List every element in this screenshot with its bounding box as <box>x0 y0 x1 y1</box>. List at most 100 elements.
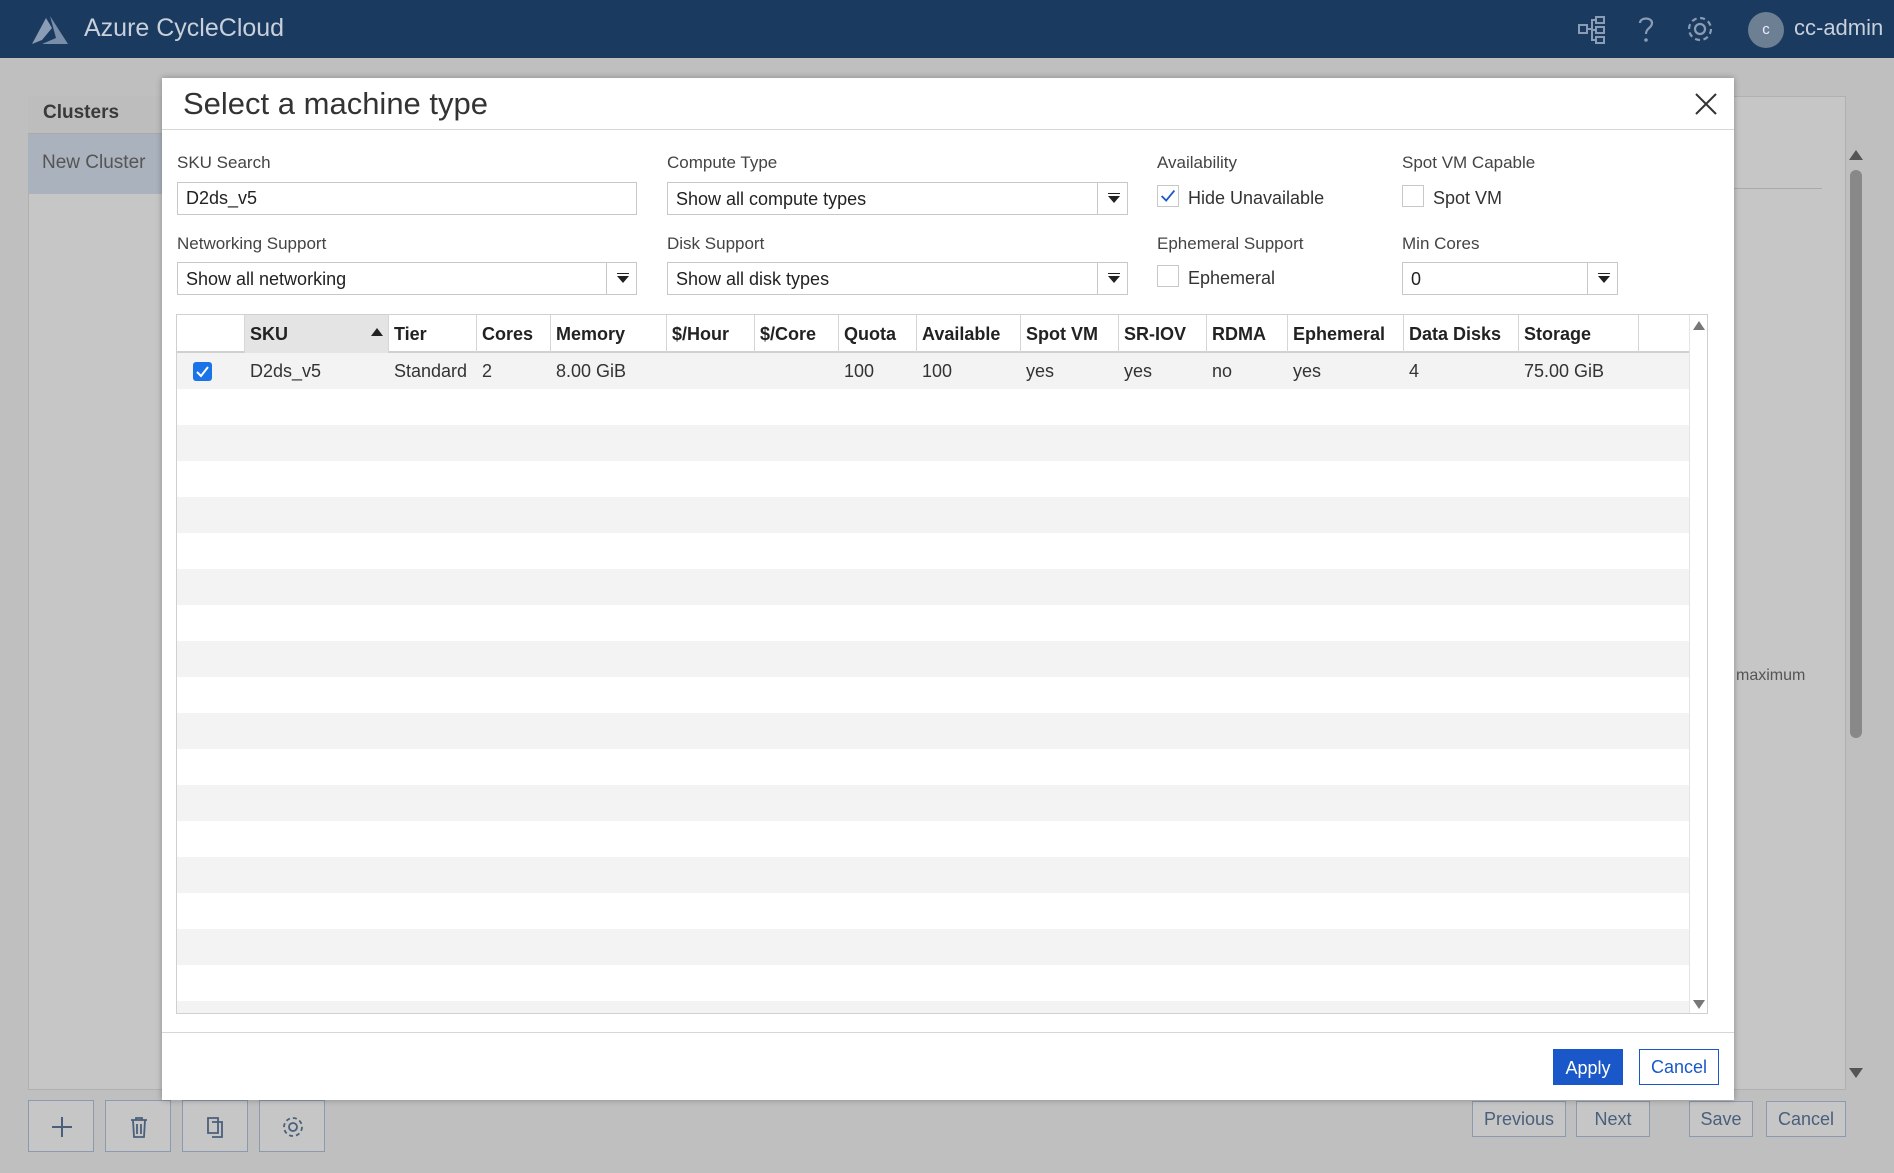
page-scroll-up[interactable] <box>1849 150 1863 160</box>
chevron-down-icon <box>1097 263 1127 294</box>
column-header-tier[interactable]: Tier <box>389 315 477 353</box>
maximum-text: maximum <box>1736 667 1806 684</box>
org-chart-icon[interactable] <box>1576 13 1608 45</box>
hide-unavailable-checkbox[interactable] <box>1157 185 1179 207</box>
empty-row <box>177 569 1689 605</box>
clusters-title: Clusters <box>43 102 120 123</box>
empty-row <box>177 857 1689 893</box>
empty-row <box>177 641 1689 677</box>
ephemeral-option-label: Ephemeral <box>1188 268 1276 288</box>
scroll-down-icon[interactable] <box>1693 1000 1705 1009</box>
networking-support-label: Networking Support <box>177 234 327 253</box>
column-header-sr-iov[interactable]: SR-IOV <box>1119 315 1207 353</box>
compute-type-value: Show all compute types <box>676 189 867 209</box>
column-header-data-disks[interactable]: Data Disks <box>1404 315 1519 353</box>
column-header-quota[interactable]: Quota <box>839 315 917 353</box>
column-header-spot-vm[interactable]: Spot VM <box>1021 315 1119 353</box>
avatar[interactable]: c <box>1748 12 1784 48</box>
column-header-storage[interactable]: Storage <box>1519 315 1639 353</box>
user-name[interactable]: cc-admin <box>1794 15 1883 41</box>
sku-search-label: SKU Search <box>177 153 271 172</box>
empty-row <box>177 533 1689 569</box>
cell-sku: D2ds_v5 <box>250 361 322 381</box>
empty-row <box>177 713 1689 749</box>
column-header-sku[interactable]: SKU <box>245 315 389 353</box>
cell-sr-iov: yes <box>1124 361 1153 381</box>
machine-type-dialog: Select a machine type SKU Search Compute… <box>162 78 1734 1100</box>
spot-vm-capable-label: Spot VM Capable <box>1402 153 1536 172</box>
min-cores-label: Min Cores <box>1402 234 1480 253</box>
ephemeral-checkbox[interactable] <box>1157 265 1179 287</box>
cluster-settings-button[interactable] <box>259 1100 325 1152</box>
cell-cores: 2 <box>482 361 493 381</box>
add-cluster-button[interactable] <box>28 1100 94 1152</box>
plus-icon <box>52 1117 72 1137</box>
column-header-available[interactable]: Available <box>917 315 1021 353</box>
spot-vm-checkbox[interactable] <box>1402 185 1424 207</box>
networking-support-select[interactable]: Show all networking <box>177 262 637 295</box>
cell-data-disks: 4 <box>1409 361 1420 381</box>
hide-unavailable-label: Hide Unavailable <box>1188 188 1325 208</box>
apply-button[interactable]: Apply <box>1553 1049 1623 1085</box>
delete-cluster-button[interactable] <box>105 1100 171 1152</box>
cell-quota: 100 <box>844 361 875 381</box>
dialog-header: Select a machine type <box>162 78 1734 130</box>
azure-logo-icon <box>32 16 68 44</box>
gear-icon[interactable] <box>1684 13 1716 45</box>
cell-tier: Standard <box>394 361 468 381</box>
networking-support-value: Show all networking <box>186 269 347 289</box>
help-icon[interactable] <box>1630 13 1662 45</box>
previous-button[interactable]: Previous <box>1472 1101 1566 1137</box>
new-cluster-item[interactable]: New Cluster <box>28 134 164 194</box>
cell-available: 100 <box>922 361 953 381</box>
empty-row <box>177 677 1689 713</box>
page-scroll-down[interactable] <box>1849 1068 1863 1078</box>
empty-row <box>177 1001 1689 1013</box>
grid-scrollbar[interactable] <box>1689 315 1707 1013</box>
cell-spot-vm: yes <box>1026 361 1055 381</box>
divider <box>1734 188 1822 189</box>
empty-row <box>177 893 1689 929</box>
empty-row <box>177 497 1689 533</box>
trash-icon <box>131 1117 147 1138</box>
copy-icon <box>207 1117 223 1138</box>
select-column-header[interactable] <box>177 315 245 353</box>
page-cancel-button[interactable]: Cancel <box>1766 1101 1846 1137</box>
table-row[interactable]: D2ds_v5 Standard 2 8.00 GiB 100 100 yes … <box>177 353 1689 389</box>
empty-row <box>177 389 1689 425</box>
save-button[interactable]: Save <box>1689 1101 1753 1137</box>
scroll-up-icon[interactable] <box>1693 321 1705 330</box>
column-header-price-hour[interactable]: $/Hour <box>667 315 755 353</box>
min-cores-select[interactable]: 0 <box>1402 262 1618 295</box>
cancel-button[interactable]: Cancel <box>1639 1049 1719 1085</box>
empty-row <box>177 965 1689 1001</box>
chevron-down-icon <box>1587 263 1617 294</box>
next-button[interactable]: Next <box>1576 1101 1650 1137</box>
column-header-rdma[interactable]: RDMA <box>1207 315 1288 353</box>
cell-ephemeral: yes <box>1293 361 1322 381</box>
column-header-ephemeral[interactable]: Ephemeral <box>1288 315 1404 353</box>
ephemeral-support-label: Ephemeral Support <box>1157 234 1304 253</box>
dialog-title: Select a machine type <box>183 86 489 121</box>
chevron-down-icon <box>606 263 636 294</box>
column-header-price-core[interactable]: $/Core <box>755 315 839 353</box>
sku-search-input[interactable] <box>177 182 637 215</box>
row-selected-checkbox[interactable] <box>193 362 212 381</box>
cell-storage: 75.00 GiB <box>1524 361 1605 381</box>
disk-support-select[interactable]: Show all disk types <box>667 262 1128 295</box>
copy-cluster-button[interactable] <box>182 1100 248 1152</box>
column-header-cores[interactable]: Cores <box>477 315 551 353</box>
column-header-memory[interactable]: Memory <box>551 315 667 353</box>
close-icon[interactable] <box>1692 90 1720 118</box>
spot-vm-option-label: Spot VM <box>1433 188 1503 208</box>
empty-row <box>177 425 1689 461</box>
new-cluster-label: New Cluster <box>42 152 146 173</box>
machine-type-grid: SKU Tier Cores Memory $/Hour $/Core Quot… <box>176 314 1708 1014</box>
empty-row <box>177 605 1689 641</box>
sort-ascending-icon <box>371 328 383 336</box>
empty-row <box>177 749 1689 785</box>
top-bar: Azure CycleCloud c cc-admin <box>0 0 1894 58</box>
compute-type-select[interactable]: Show all compute types <box>667 182 1128 215</box>
grid-header: SKU Tier Cores Memory $/Hour $/Core Quot… <box>177 315 1689 353</box>
page-scrollbar[interactable] <box>1850 170 1862 738</box>
